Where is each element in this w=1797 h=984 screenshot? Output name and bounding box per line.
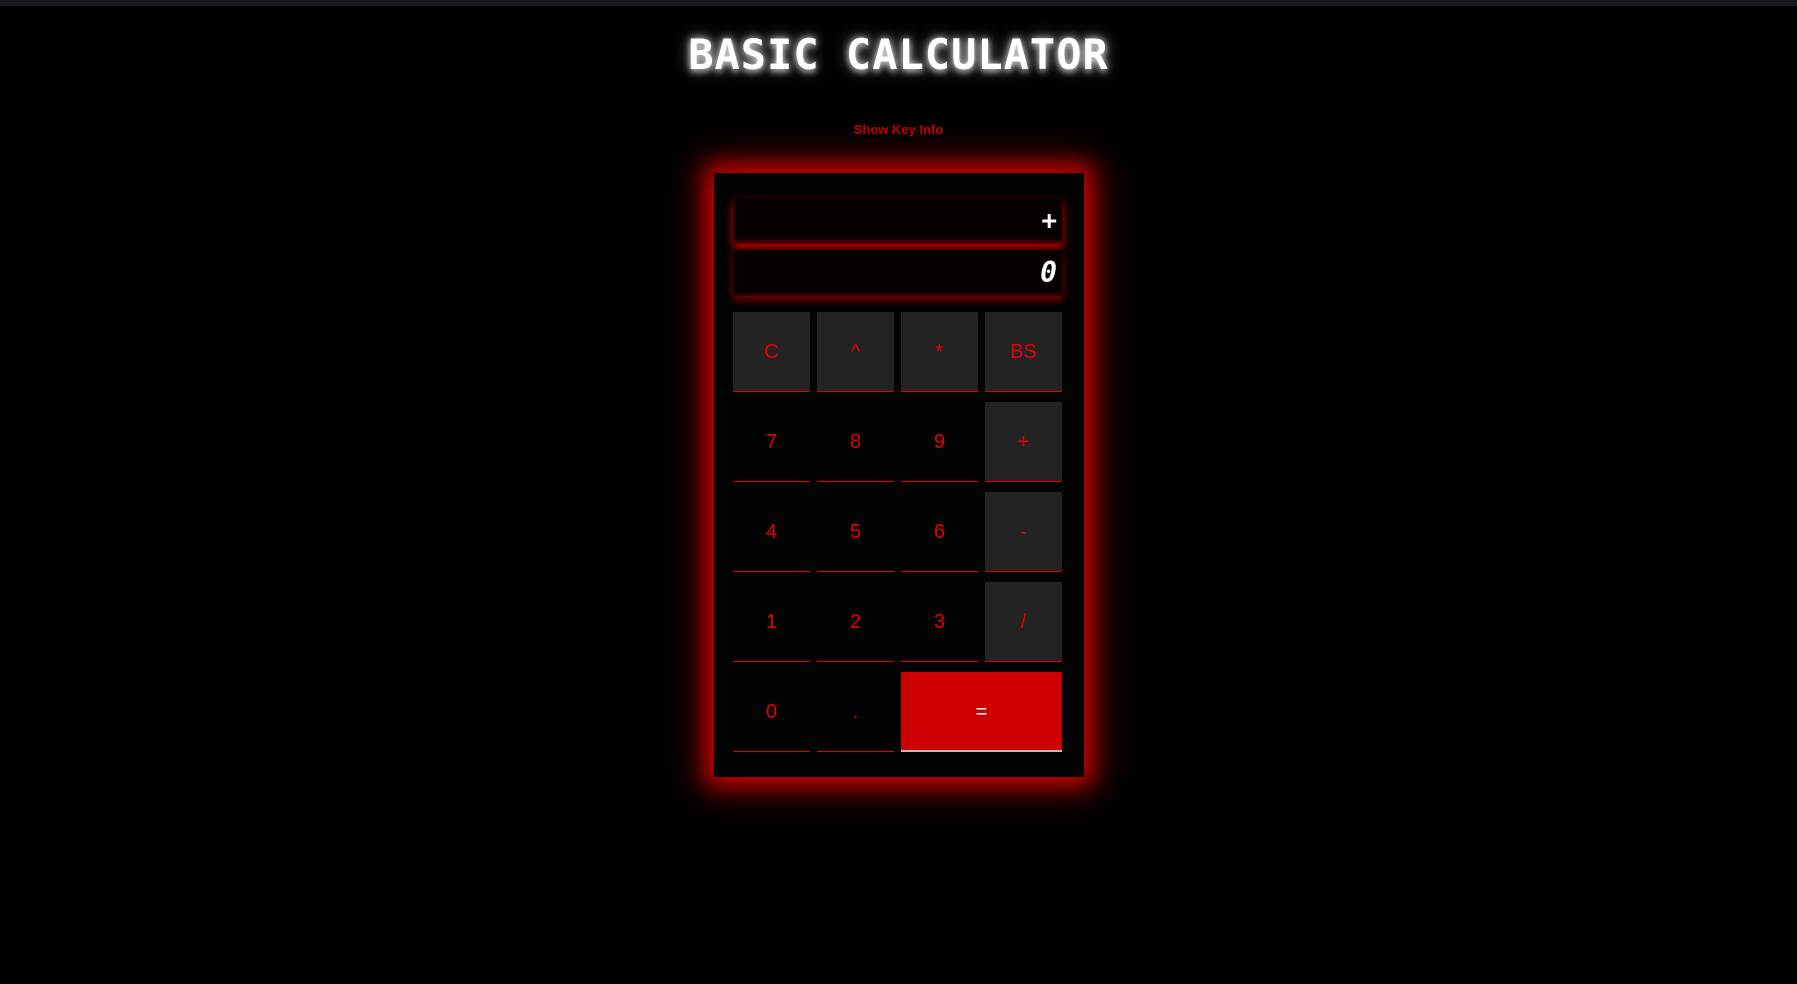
operator-display: + — [733, 198, 1063, 244]
equals-button[interactable]: = — [901, 672, 1062, 752]
digit-2-button[interactable]: 2 — [817, 582, 894, 662]
digit-7-button[interactable]: 7 — [733, 402, 810, 482]
add-button[interactable]: + — [985, 402, 1062, 482]
digit-0-button[interactable]: 0 — [733, 672, 810, 752]
value-display: 0 — [733, 250, 1063, 296]
page-title: BASIC CALCULATOR — [688, 30, 1109, 79]
digit-8-button[interactable]: 8 — [817, 402, 894, 482]
power-button[interactable]: ^ — [817, 312, 894, 392]
key-info-container: Show Key Info — [0, 121, 1797, 139]
show-key-info-link[interactable]: Show Key Info — [854, 122, 944, 137]
clear-button[interactable]: C — [733, 312, 810, 392]
digit-5-button[interactable]: 5 — [817, 492, 894, 572]
backspace-button[interactable]: BS — [985, 312, 1062, 392]
top-bar — [0, 0, 1797, 6]
digit-3-button[interactable]: 3 — [901, 582, 978, 662]
calculator: + 0 C ^ * BS 7 8 9 + 4 5 6 - 1 2 3 / 0 .… — [714, 173, 1084, 777]
digit-4-button[interactable]: 4 — [733, 492, 810, 572]
subtract-button[interactable]: - — [985, 492, 1062, 572]
multiply-button[interactable]: * — [901, 312, 978, 392]
digit-1-button[interactable]: 1 — [733, 582, 810, 662]
divide-button[interactable]: / — [985, 582, 1062, 662]
digit-9-button[interactable]: 9 — [901, 402, 978, 482]
digit-6-button[interactable]: 6 — [901, 492, 978, 572]
decimal-button[interactable]: . — [817, 672, 894, 752]
